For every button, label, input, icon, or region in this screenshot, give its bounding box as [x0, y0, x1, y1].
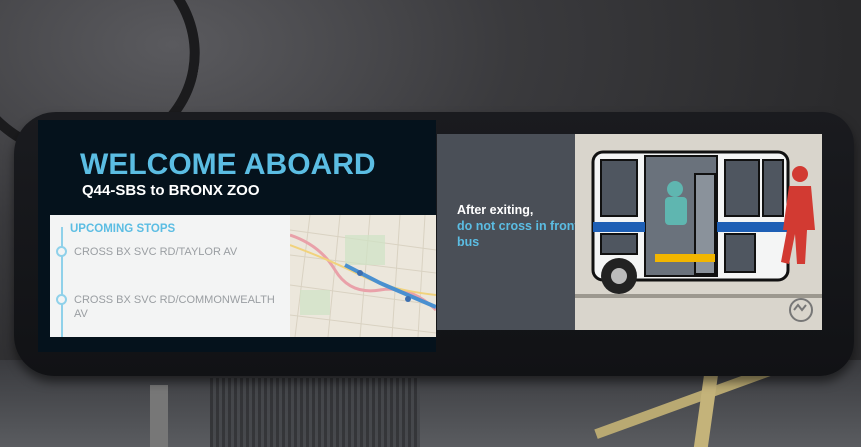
- stop-item: CROSS BX SVC RD/TAYLOR AV: [74, 246, 238, 258]
- vent-grille: [210, 378, 420, 447]
- route-label: Q44-SBS to BRONX ZOO: [82, 182, 260, 199]
- bus-icon: [575, 134, 822, 330]
- safety-screen: After exiting, do not cross in front of …: [437, 134, 822, 330]
- route-map: [290, 215, 436, 337]
- handrail: [150, 385, 168, 447]
- welcome-heading: WELCOME ABOARD: [80, 148, 376, 181]
- upcoming-stops-heading: UPCOMING STOPS: [70, 223, 176, 235]
- upcoming-stops-panel: UPCOMING STOPS CROSS BX SVC RD/TAYLOR AV…: [50, 215, 436, 337]
- stop-timeline: [61, 227, 63, 337]
- info-screen: WELCOME ABOARD Q44-SBS to BRONX ZOO UPCO…: [38, 120, 436, 352]
- stop-marker: [56, 246, 67, 257]
- stop-item: CROSS BX SVC RD/COMMONWEALTH AV: [74, 294, 275, 320]
- display-housing: WELCOME ABOARD Q44-SBS to BRONX ZOO UPCO…: [14, 112, 854, 376]
- stop-marker: [56, 294, 67, 305]
